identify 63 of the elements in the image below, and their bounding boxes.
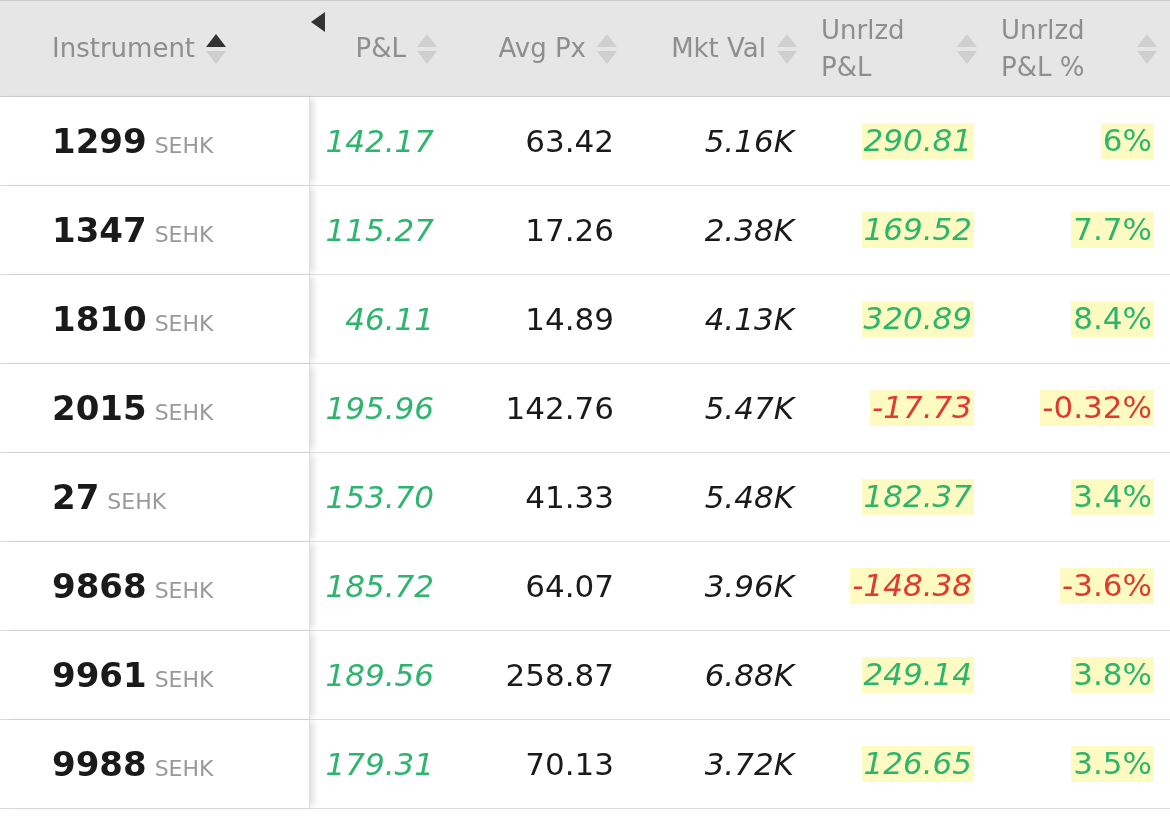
market-value: 4.13K [704, 299, 794, 339]
avg-price: 14.89 [525, 299, 614, 339]
unrealized-pnl: 169.52 [861, 212, 974, 248]
exchange-label: SEHK [154, 220, 214, 249]
column-header[interactable]: Unrlzd P&L % [1001, 12, 1126, 85]
pnl-value: 153.70 [325, 477, 434, 517]
column-header[interactable]: Avg Px [498, 30, 586, 67]
unrealized-pnl-percent: 3.8% [1071, 657, 1154, 693]
unrealized-pnl-percent: -0.32% [1040, 390, 1154, 426]
unrealized-pnl: 320.89 [861, 301, 974, 337]
exchange-label: SEHK [154, 576, 214, 605]
avg-price: 142.76 [505, 388, 614, 428]
exchange-label: SEHK [154, 131, 214, 160]
instrument-symbol: 1810 [52, 297, 147, 341]
column-header[interactable]: Unrlzd P&L [821, 12, 946, 85]
avg-price: 64.07 [525, 566, 614, 606]
instrument-symbol: 27 [52, 475, 100, 519]
unrealized-pnl-percent: 8.4% [1071, 301, 1154, 337]
instrument-symbol: 9961 [52, 653, 147, 697]
market-value: 5.47K [704, 388, 794, 428]
collapse-arrow-icon[interactable] [310, 11, 326, 33]
avg-price: 17.26 [525, 210, 614, 250]
pnl-value: 115.27 [325, 210, 434, 250]
unrealized-pnl: 126.65 [861, 746, 974, 782]
unrealized-pnl-percent: 3.4% [1071, 479, 1154, 515]
pnl-value: 142.17 [325, 121, 434, 161]
avg-price: 258.87 [505, 655, 614, 695]
column-header[interactable]: Instrument [52, 30, 196, 67]
avg-price: 70.13 [525, 744, 614, 784]
unrealized-pnl: -148.38 [850, 568, 974, 604]
unrealized-pnl: -17.73 [870, 390, 974, 426]
exchange-label: SEHK [154, 398, 214, 427]
market-value: 3.72K [704, 744, 794, 784]
instrument-symbol: 2015 [52, 386, 147, 430]
exchange-label: SEHK [107, 487, 167, 516]
unrealized-pnl-percent: 7.7% [1071, 212, 1154, 248]
pnl-value: 46.11 [345, 299, 434, 339]
column-header[interactable]: P&L [355, 30, 406, 67]
avg-price: 41.33 [525, 477, 614, 517]
market-value: 5.48K [704, 477, 794, 517]
pnl-value: 189.56 [325, 655, 434, 695]
instrument-symbol: 1347 [52, 208, 147, 252]
instrument-symbol: 9868 [52, 564, 147, 608]
exchange-label: SEHK [154, 754, 214, 783]
market-value: 6.88K [704, 655, 794, 695]
unrealized-pnl-percent: 3.5% [1071, 746, 1154, 782]
instrument-symbol: 1299 [52, 119, 147, 163]
exchange-label: SEHK [154, 665, 214, 694]
unrealized-pnl: 182.37 [861, 479, 974, 515]
pnl-value: 195.96 [325, 388, 434, 428]
exchange-label: SEHK [154, 309, 214, 338]
market-value: 5.16K [704, 121, 794, 161]
column-header[interactable]: Mkt Val [671, 30, 766, 67]
avg-price: 63.42 [525, 121, 614, 161]
unrealized-pnl: 249.14 [861, 657, 974, 693]
pnl-value: 185.72 [325, 566, 434, 606]
unrealized-pnl-percent: -3.6% [1060, 568, 1154, 604]
market-value: 2.38K [704, 210, 794, 250]
pnl-value: 179.31 [325, 744, 434, 784]
instrument-symbol: 9988 [52, 742, 147, 786]
unrealized-pnl: 290.81 [861, 123, 974, 159]
unrealized-pnl-percent: 6% [1100, 123, 1154, 159]
market-value: 3.96K [704, 566, 794, 606]
